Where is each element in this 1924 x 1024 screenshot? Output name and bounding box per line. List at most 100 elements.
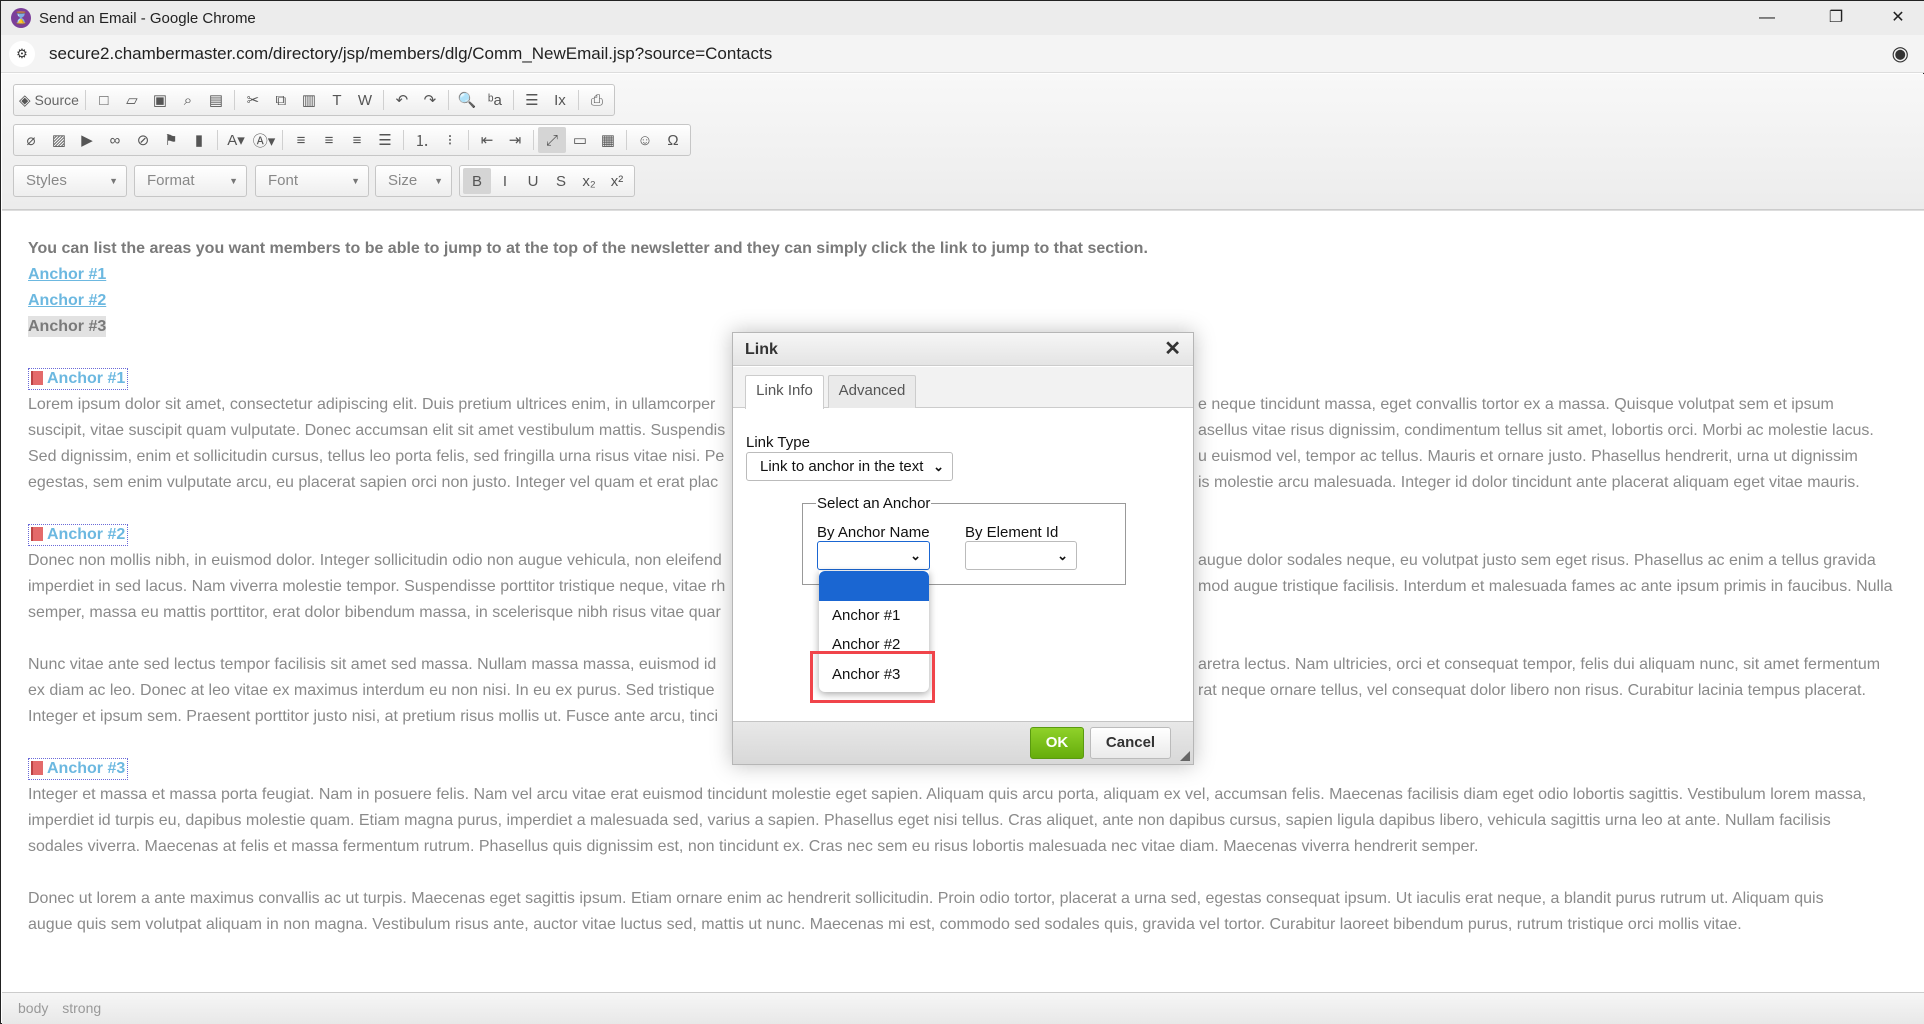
remove-format-button[interactable]: Ix: [546, 87, 574, 113]
line-text: Donec ut lorem a ante maximus convallis …: [28, 890, 1824, 907]
paste-text-button[interactable]: T: [323, 87, 351, 113]
smiley-button[interactable]: ☺: [631, 127, 659, 153]
align-center-button[interactable]: ≡: [315, 127, 343, 153]
toolbar-separator: [233, 90, 235, 110]
anchor-link-3[interactable]: Anchor #3: [28, 316, 107, 337]
numbered-list-button[interactable]: ⒈: [408, 127, 436, 153]
link-button[interactable]: ∞: [101, 127, 129, 153]
unlink-button[interactable]: ⊘: [129, 127, 157, 153]
line-text: semper, massa eu mattis porttitor, erat …: [28, 604, 721, 621]
tab-advanced[interactable]: Advanced: [828, 375, 916, 408]
dropdown-arrow-icon: ▼: [434, 176, 443, 186]
bulleted-list-button[interactable]: ⁝: [436, 127, 464, 153]
italic-button[interactable]: I: [491, 168, 519, 194]
path-body[interactable]: body: [18, 1000, 48, 1016]
styles-combo[interactable]: Styles ▼: [13, 165, 127, 197]
strikethrough-button[interactable]: S: [547, 168, 575, 194]
snippet-button[interactable]: ▮: [185, 127, 213, 153]
dialog-title-bar[interactable]: Link ✕: [733, 333, 1193, 366]
link-type-select[interactable]: Link to anchor in the text ⌄: [746, 452, 953, 481]
paragraph-line: sodales viverra. Maecenas at felis et ma…: [28, 834, 1918, 860]
restore-button[interactable]: ❐: [1813, 1, 1859, 35]
url-text[interactable]: secure2.chambermaster.com/directory/jsp/…: [49, 44, 772, 64]
anchor-button[interactable]: ⚑: [157, 127, 185, 153]
image-button[interactable]: ▨: [45, 127, 73, 153]
background-color-button[interactable]: Ⓐ▾: [250, 127, 278, 153]
dropdown-option-empty[interactable]: [819, 571, 929, 601]
anchor-link-1[interactable]: Anchor #1: [28, 266, 106, 283]
paragraph-line: Integer et massa et massa porta feugiat.…: [28, 782, 1918, 808]
justify-button[interactable]: ☰: [371, 127, 399, 153]
underline-icon: U: [527, 172, 539, 190]
cut-icon: ✂: [246, 92, 260, 109]
cancel-button[interactable]: Cancel: [1090, 727, 1171, 759]
path-strong[interactable]: strong: [62, 1000, 101, 1016]
table-button[interactable]: ▦: [594, 127, 622, 153]
templates-button[interactable]: ▤: [202, 87, 230, 113]
preview-button[interactable]: ⌕: [174, 87, 202, 113]
replace-button[interactable]: ᵇa: [481, 87, 509, 113]
subscript-button[interactable]: x₂: [575, 168, 603, 194]
bold-button[interactable]: B: [463, 168, 491, 194]
line-text: Integer et ipsum sem. Praesent porttitor…: [28, 708, 719, 725]
address-bar[interactable]: ⚙ secure2.chambermaster.com/directory/js…: [1, 35, 1924, 73]
minimize-button[interactable]: —: [1744, 1, 1790, 35]
eye-icon[interactable]: ◉: [1892, 41, 1909, 66]
youtube-button[interactable]: ▶: [73, 127, 101, 153]
maximize-button[interactable]: ⤢: [538, 127, 566, 153]
anchor-name: Anchor #1: [47, 370, 126, 387]
size-combo[interactable]: Size ▼: [375, 165, 452, 197]
italic-icon: I: [502, 172, 508, 190]
toolbar-separator: [533, 130, 534, 150]
site-settings-icon[interactable]: ⚙: [9, 40, 35, 67]
background-color-icon: Ⓐ▾: [252, 132, 276, 150]
attachment-button[interactable]: ⌀: [17, 127, 45, 153]
anchor-placeholder-2[interactable]: Anchor #2: [28, 524, 129, 546]
source-button[interactable]: ◈ Source: [17, 87, 81, 113]
open-button[interactable]: ▱: [118, 87, 146, 113]
anchor-name: Anchor #3: [47, 760, 126, 777]
anchor-placeholder-3[interactable]: Anchor #3: [28, 758, 129, 780]
close-icon[interactable]: ✕: [1164, 333, 1181, 366]
print-button[interactable]: ⎙: [583, 87, 611, 113]
underline-button[interactable]: U: [519, 168, 547, 194]
indent-button[interactable]: ⇥: [501, 127, 529, 153]
toolbar-separator: [577, 90, 579, 110]
image-icon: ▨: [51, 132, 67, 149]
redo-button[interactable]: ↷: [416, 87, 444, 113]
align-left-button[interactable]: ≡: [287, 127, 315, 153]
paste-word-button[interactable]: W: [351, 87, 379, 113]
align-right-button[interactable]: ≡: [343, 127, 371, 153]
fieldset-legend: Select an Anchor: [816, 495, 932, 512]
select-all-button[interactable]: ☰: [518, 87, 546, 113]
line-text: augue quis sem volutpat aliquam in non m…: [28, 916, 1742, 933]
copy-button[interactable]: ⧉: [267, 87, 295, 113]
find-button[interactable]: 🔍: [453, 87, 481, 113]
horizontal-rule-button[interactable]: ▭: [566, 127, 594, 153]
close-window-button[interactable]: ✕: [1875, 1, 1921, 35]
align-center-icon: ≡: [324, 131, 334, 149]
cut-button[interactable]: ✂: [239, 87, 267, 113]
font-label: Font: [268, 172, 299, 189]
anchor-placeholder-1[interactable]: Anchor #1: [28, 368, 129, 390]
resize-handle[interactable]: [1180, 751, 1190, 761]
undo-button[interactable]: ↶: [388, 87, 416, 113]
ok-button[interactable]: OK: [1030, 727, 1084, 759]
superscript-button[interactable]: x²: [603, 168, 631, 194]
paste-button[interactable]: ▥: [295, 87, 323, 113]
dropdown-option-anchor-1[interactable]: Anchor #1: [832, 607, 900, 624]
special-char-button[interactable]: Ω: [659, 127, 687, 153]
text-color-button[interactable]: A▾: [222, 127, 250, 153]
element-id-select[interactable]: ⌄: [965, 541, 1077, 570]
anchor-link-2[interactable]: Anchor #2: [28, 292, 106, 309]
dropdown-arrow-icon: ▼: [229, 176, 238, 186]
tab-link-info[interactable]: Link Info: [745, 375, 824, 409]
new-page-button[interactable]: □: [90, 87, 118, 113]
font-combo[interactable]: Font ▼: [255, 165, 369, 197]
anchor-icon: ⚑: [164, 132, 178, 149]
app-icon: ⌛: [11, 8, 31, 28]
format-combo[interactable]: Format ▼: [134, 165, 247, 197]
outdent-button[interactable]: ⇤: [473, 127, 501, 153]
save-button[interactable]: ▣: [146, 87, 174, 113]
anchor-name-select[interactable]: ⌄: [817, 541, 930, 570]
